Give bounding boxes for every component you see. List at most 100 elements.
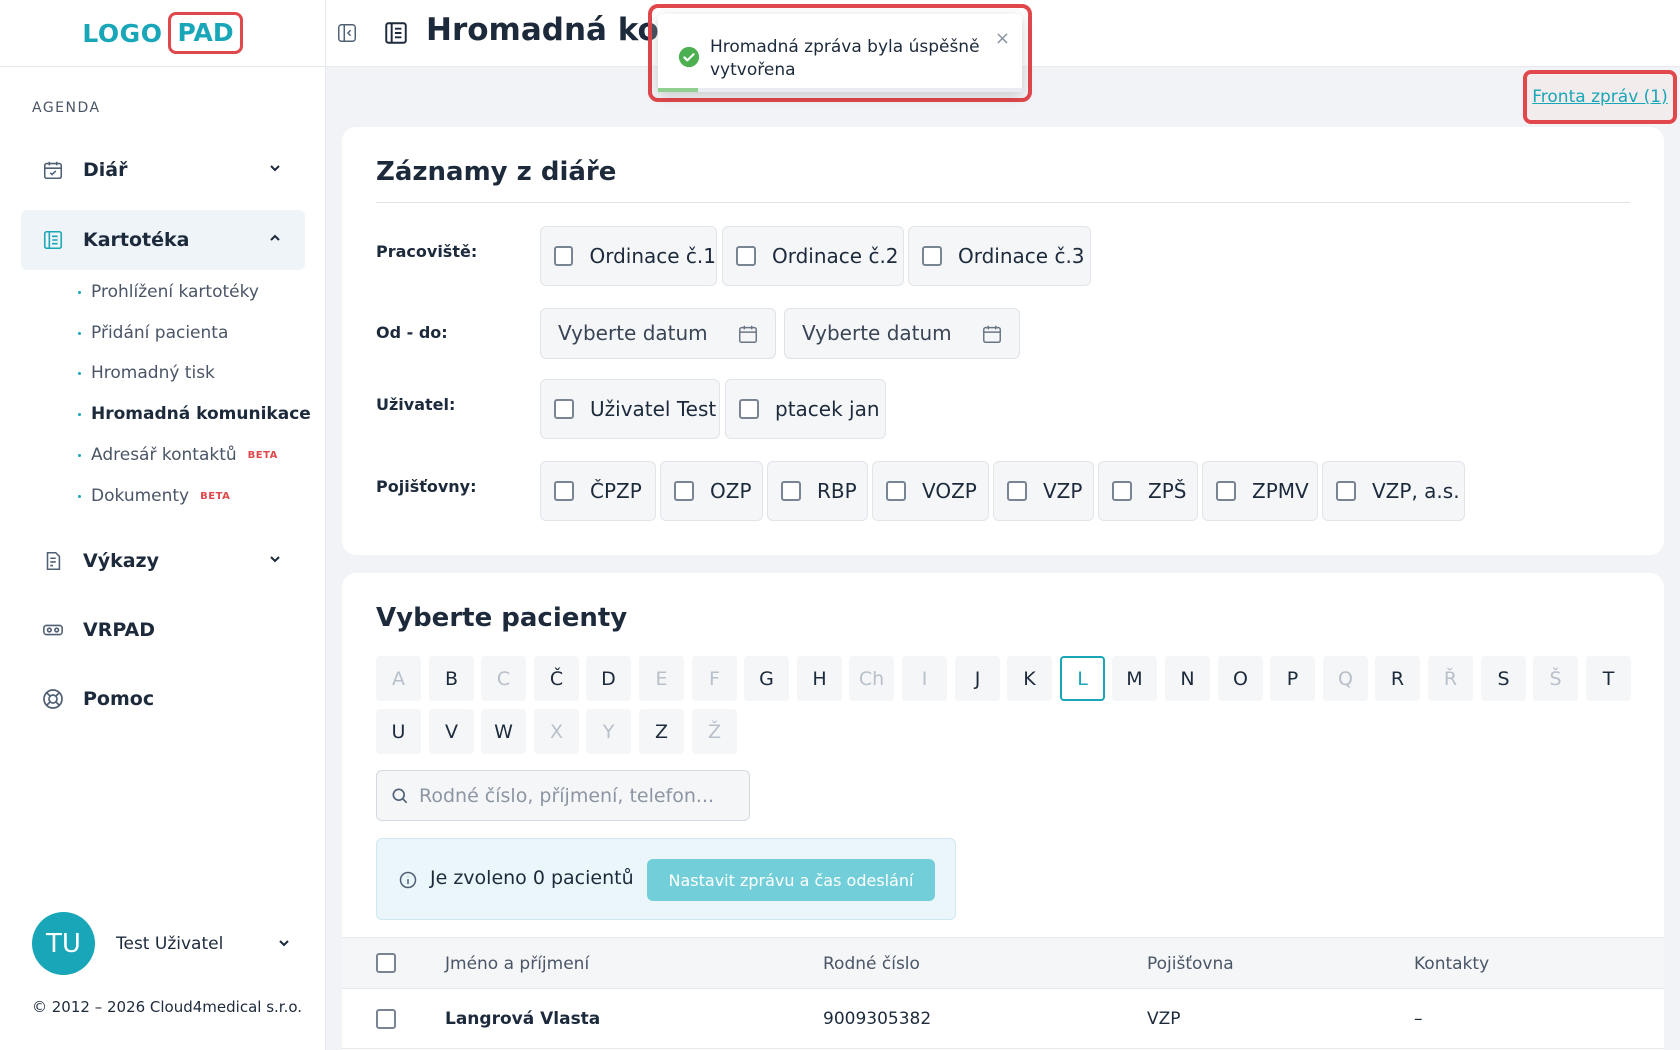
checkbox[interactable] <box>554 246 574 266</box>
row-checkbox[interactable] <box>376 1009 396 1029</box>
letter-button[interactable]: A <box>376 656 421 701</box>
workplace-checkbox-2[interactable]: Ordinace č.2 <box>722 226 904 286</box>
patient-search[interactable] <box>376 770 750 821</box>
date-to-field[interactable]: Vyberte datum <box>784 308 1020 359</box>
sidebar-item-pomoc[interactable]: Pomoc <box>21 669 305 729</box>
toast-message: Hromadná zpráva byla úspěšně vytvořena <box>710 37 980 80</box>
user-checkbox-2[interactable]: ptacek jan <box>725 379 886 439</box>
letter-button[interactable]: E <box>639 656 684 701</box>
checkbox[interactable] <box>1216 481 1236 501</box>
letter-button[interactable]: X <box>534 709 579 754</box>
sidebar-item-diar[interactable]: Diář <box>21 140 305 200</box>
sidebar-subitem-adresar[interactable]: Adresář kontaktů BETA <box>78 445 278 465</box>
date-from-field[interactable]: Vyberte datum <box>540 308 776 359</box>
letter-button[interactable]: N <box>1165 656 1210 701</box>
subitem-label: Přidání pacienta <box>91 323 229 343</box>
checkbox[interactable] <box>922 246 942 266</box>
select-all-checkbox[interactable] <box>376 953 396 973</box>
letter-button[interactable]: Q <box>1323 656 1368 701</box>
checkbox[interactable] <box>1112 481 1132 501</box>
letter-button[interactable]: Š <box>1533 656 1578 701</box>
letter-button[interactable]: L <box>1060 656 1105 701</box>
sidebar-subitem-hromadny-tisk[interactable]: Hromadný tisk <box>78 363 215 383</box>
column-header-insurance[interactable]: Pojišťovna <box>1147 954 1234 974</box>
insurance-label: Pojišťovny: <box>376 477 477 496</box>
sidebar-collapse-icon[interactable] <box>336 22 358 44</box>
checkbox[interactable] <box>554 399 574 419</box>
letter-button[interactable]: O <box>1218 656 1263 701</box>
checkbox[interactable] <box>781 481 801 501</box>
letter-button[interactable]: Č <box>534 656 579 701</box>
letter-button[interactable]: D <box>586 656 631 701</box>
workplace-checkbox-1[interactable]: Ordinace č.1 <box>540 226 717 286</box>
checkbox[interactable] <box>886 481 906 501</box>
letter-button[interactable]: B <box>429 656 474 701</box>
letter-button[interactable]: P <box>1270 656 1315 701</box>
chevron-down-icon <box>267 160 283 176</box>
column-header-contacts[interactable]: Kontakty <box>1414 954 1489 974</box>
letter-button[interactable]: W <box>481 709 526 754</box>
date-from-placeholder: Vyberte datum <box>558 321 708 345</box>
insurance-checkbox-zps[interactable]: ZPŠ <box>1098 461 1198 521</box>
checkbox[interactable] <box>1336 481 1356 501</box>
sidebar-item-vykazy[interactable]: Výkazy <box>21 531 305 591</box>
bullet <box>78 494 81 498</box>
column-header-name[interactable]: Jméno a příjmení <box>445 954 589 974</box>
patient-birth-number: 9009305382 <box>823 1009 932 1029</box>
letter-button[interactable]: J <box>955 656 1000 701</box>
user-menu[interactable]: TU Test Uživatel <box>32 912 292 975</box>
patient-select-card: Vyberte pacienty A B C Č D E F G H Ch I J K L M N O P Q R Ř S… <box>342 573 1664 1050</box>
letter-button[interactable]: V <box>429 709 474 754</box>
insurance-checkbox-rbp[interactable]: RBP <box>767 461 868 521</box>
letter-button[interactable]: Y <box>586 709 631 754</box>
sidebar-subitem-pridani[interactable]: Přidání pacienta <box>78 323 228 343</box>
search-input[interactable] <box>419 781 739 811</box>
letter-button[interactable]: Z <box>639 709 684 754</box>
sidebar-item-kartoteka[interactable]: Kartotéka <box>21 210 305 270</box>
patient-contacts: – <box>1414 1009 1423 1029</box>
letter-button[interactable]: M <box>1112 656 1157 701</box>
letter-button[interactable]: Ř <box>1428 656 1473 701</box>
logo-text-right: PAD <box>168 12 243 54</box>
sidebar-subitem-dokumenty[interactable]: Dokumenty BETA <box>78 486 230 506</box>
user-checkbox-1[interactable]: Uživatel Test <box>540 379 720 439</box>
checkbox[interactable] <box>674 481 694 501</box>
letter-button[interactable]: C <box>481 656 526 701</box>
letter-button[interactable]: F <box>692 656 737 701</box>
table-row[interactable]: Langrová Vlasta 9009305382 VZP – <box>342 989 1664 1049</box>
insurance-checkbox-vzp-as[interactable]: VZP, a.s. <box>1322 461 1465 521</box>
letter-button[interactable]: R <box>1375 656 1420 701</box>
message-queue-link[interactable]: Fronta zpráv (1) <box>1532 87 1668 107</box>
checkbox[interactable] <box>739 399 759 419</box>
letter-button[interactable]: K <box>1007 656 1052 701</box>
insurance-checkbox-ozp[interactable]: OZP <box>660 461 763 521</box>
logo[interactable]: LOGO PAD <box>0 0 325 67</box>
letter-button[interactable]: Ž <box>692 709 737 754</box>
insurance-checkbox-cpzp[interactable]: ČPZP <box>540 461 656 521</box>
letter-button[interactable]: U <box>376 709 421 754</box>
checkbox[interactable] <box>1007 481 1027 501</box>
bullet <box>78 412 81 416</box>
sidebar-subitem-hromadna-komunikace[interactable]: Hromadná komunikace <box>78 404 311 424</box>
calendar-icon <box>41 158 65 182</box>
set-message-button[interactable]: Nastavit zprávu a čas odeslání <box>647 859 935 901</box>
letter-button[interactable]: I <box>902 656 947 701</box>
letter-button[interactable]: H <box>797 656 842 701</box>
close-icon[interactable]: × <box>995 28 1010 49</box>
sidebar-item-vrpad[interactable]: VRPAD <box>21 600 305 660</box>
sidebar-item-label: Pomoc <box>83 688 155 710</box>
letter-button[interactable]: S <box>1481 656 1526 701</box>
user-name: Test Uživatel <box>116 933 224 954</box>
workplace-checkbox-3[interactable]: Ordinace č.3 <box>908 226 1091 286</box>
letter-button[interactable]: T <box>1586 656 1631 701</box>
checkbox[interactable] <box>736 246 756 266</box>
letter-button[interactable]: Ch <box>849 656 894 701</box>
column-header-birth-number[interactable]: Rodné číslo <box>823 954 920 974</box>
sidebar-subitem-prohlizeni[interactable]: Prohlížení kartotéky <box>78 282 259 302</box>
insurance-checkbox-zpmv[interactable]: ZPMV <box>1202 461 1318 521</box>
insurance-checkbox-vozp[interactable]: VOZP <box>872 461 989 521</box>
checkbox[interactable] <box>554 481 574 501</box>
section-title: Vyberte pacienty <box>376 603 628 633</box>
insurance-checkbox-vzp[interactable]: VZP <box>993 461 1094 521</box>
letter-button[interactable]: G <box>744 656 789 701</box>
